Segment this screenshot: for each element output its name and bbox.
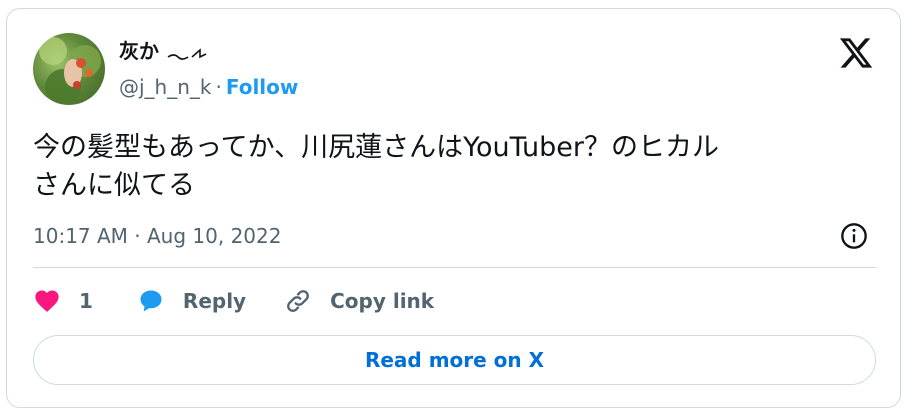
read-more-label: Read more on X <box>364 348 545 372</box>
timestamp-link[interactable]: 10:17 AM · Aug 10, 2022 <box>33 223 281 249</box>
tweet-card: 灰か @j_h_n_k · Follow 今の髪型もあってか、川尻蓮さんはYouTu… <box>6 8 901 408</box>
reply-button[interactable]: Reply <box>137 287 246 315</box>
divider <box>33 267 876 268</box>
heart-icon <box>35 290 59 312</box>
tweet-text: 今の髪型もあってか、川尻蓮さんはYouTuber？のヒカル さんに似てる <box>33 132 720 201</box>
x-logo-icon[interactable] <box>838 35 874 71</box>
like-button[interactable]: 1 <box>33 287 93 315</box>
read-more-button[interactable]: Read more on X <box>33 335 876 385</box>
display-name-decoration-icon <box>167 47 207 60</box>
action-bar: 1 Reply Copy link <box>33 283 434 319</box>
display-name[interactable]: 灰か <box>119 39 210 63</box>
reply-label: Reply <box>182 289 247 313</box>
author-handle[interactable]: @j_h_n_k <box>119 75 212 99</box>
follow-link[interactable]: Follow <box>226 75 299 99</box>
author-meta: @j_h_n_k · Follow <box>119 75 298 99</box>
speech-bubble-icon <box>140 290 162 312</box>
like-count: 1 <box>79 289 93 313</box>
separator-dot: · <box>215 75 222 99</box>
link-icon <box>287 290 310 312</box>
info-icon[interactable] <box>840 222 868 250</box>
copy-link-label: Copy link <box>330 289 435 313</box>
avatar[interactable] <box>33 33 105 105</box>
copy-link-button[interactable]: Copy link <box>284 287 434 315</box>
